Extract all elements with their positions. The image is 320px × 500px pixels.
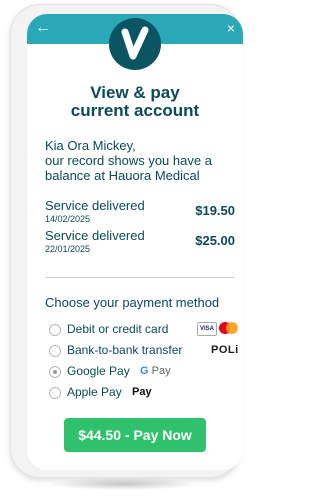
greeting-line-2: our record shows you have a <box>45 153 212 168</box>
greeting-text: Kia Ora Mickey, our record shows you hav… <box>45 138 235 183</box>
poli-icon: POLi <box>211 344 239 356</box>
section-divider <box>45 277 235 278</box>
service-date: 14/02/2025 <box>45 214 91 224</box>
radio-bank[interactable] <box>49 345 61 357</box>
apple-pay-text: Pay <box>132 386 152 398</box>
google-pay-text: Pay <box>151 365 171 377</box>
service-amount: $19.50 <box>195 203 235 218</box>
title-line-1: View & pay <box>90 83 180 102</box>
payment-option-card[interactable]: Debit or credit card VISA <box>49 321 239 339</box>
payment-method-heading: Choose your payment method <box>45 295 220 310</box>
payment-option-googlepay[interactable]: Google Pay G Pay <box>49 363 239 381</box>
visa-icon: VISA <box>197 322 217 336</box>
apple-pay-icon: Pay <box>132 385 152 399</box>
greeting-line-3: balance at Hauora Medical <box>45 168 200 183</box>
payment-option-label: Apple Pay <box>67 385 122 399</box>
back-icon[interactable]: ← <box>35 19 51 37</box>
payment-option-label: Google Pay <box>67 364 130 378</box>
radio-googlepay[interactable] <box>49 366 61 378</box>
checkmark-logo-icon <box>121 26 149 60</box>
payment-option-applepay[interactable]: Apple Pay Pay <box>49 384 239 402</box>
service-label: Service delivered <box>45 228 145 243</box>
service-label: Service delivered <box>45 198 145 213</box>
radio-card[interactable] <box>49 324 61 336</box>
screen: ← × View & pay current account Kia Ora M… <box>27 14 243 470</box>
service-amount: $25.00 <box>195 233 235 248</box>
greeting-line-1: Kia Ora Mickey, <box>45 138 136 153</box>
close-icon[interactable]: × <box>227 19 235 37</box>
payment-option-bank[interactable]: Bank-to-bank transfer POLi <box>49 342 239 360</box>
pay-now-button[interactable]: $44.50 - Pay Now <box>64 418 206 452</box>
service-row: Service delivered 22/01/2025 $25.00 <box>45 228 235 262</box>
payment-option-label: Debit or credit card <box>67 322 169 336</box>
mastercard-icon <box>226 322 238 334</box>
service-date: 22/01/2025 <box>45 244 91 254</box>
google-pay-icon: G Pay <box>140 364 171 378</box>
service-row: Service delivered 14/02/2025 $19.50 <box>45 198 235 232</box>
payment-option-label: Bank-to-bank transfer <box>67 343 183 357</box>
phone-frame: ← × View & pay current account Kia Ora M… <box>10 4 243 478</box>
app-logo <box>109 18 161 70</box>
page-title: View & pay current account <box>27 84 243 120</box>
phone-shadow <box>48 478 198 490</box>
google-g-icon: G <box>140 365 149 377</box>
radio-applepay[interactable] <box>49 387 61 399</box>
title-line-2: current account <box>70 101 200 120</box>
